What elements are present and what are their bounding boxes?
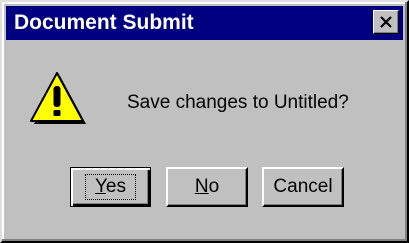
dialog-message: Save changes to Untitled? [127, 92, 349, 113]
title-bar[interactable]: Document Submit [6, 6, 403, 40]
warning-icon [30, 72, 86, 124]
close-icon [380, 16, 392, 28]
no-button[interactable]: No [166, 167, 248, 207]
close-button[interactable] [373, 10, 399, 34]
yes-label-rest: es [105, 176, 126, 197]
yes-button-label: Yes [84, 174, 136, 200]
cancel-button[interactable]: Cancel [262, 167, 344, 207]
cancel-button-label: Cancel [273, 176, 333, 197]
save-changes-dialog: Document Submit Save changes to Untitled… [0, 0, 409, 243]
yes-button[interactable]: Yes [70, 167, 151, 207]
no-label-rest: o [208, 176, 220, 197]
yes-accelerator: Y [94, 176, 106, 197]
no-button-label: No [195, 176, 219, 198]
window-title: Document Submit [14, 11, 194, 34]
no-accelerator: N [194, 176, 209, 197]
